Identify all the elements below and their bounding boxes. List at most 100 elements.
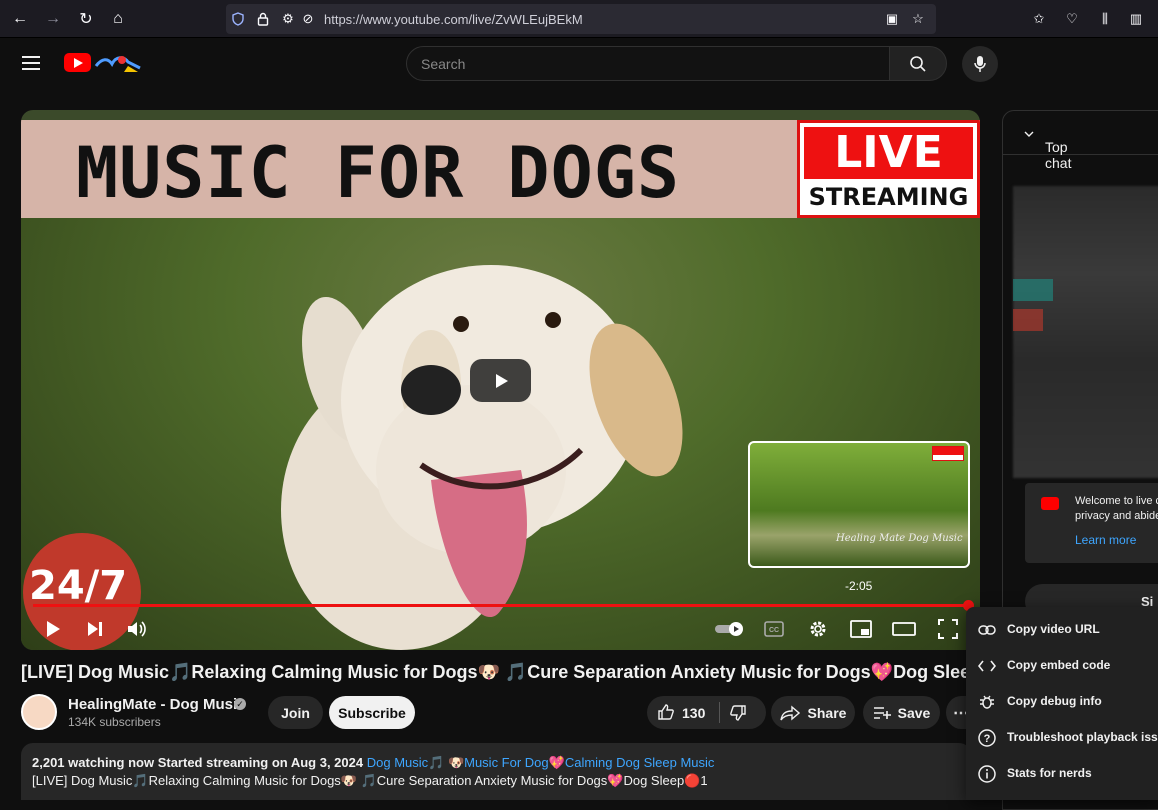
reload-icon[interactable]: ↻ — [76, 9, 96, 29]
save-button[interactable]: Save — [863, 696, 940, 729]
chat-message-highlight — [1013, 309, 1043, 331]
tracking-blocked-icon[interactable]: ⊘ — [300, 11, 316, 27]
voice-search-button[interactable] — [962, 46, 998, 82]
player-context-menu: Copy video URL Copy embed code Copy debu… — [966, 607, 1158, 800]
menu-item-label: Troubleshoot playback issue — [1007, 730, 1158, 744]
live-badge-top: LIVE — [804, 127, 973, 179]
youtube-logo[interactable] — [64, 53, 91, 72]
chevron-down-icon — [1024, 131, 1034, 137]
search-button[interactable] — [889, 46, 947, 81]
description-text: [LIVE] Dog Music🎵Relaxing Calming Music … — [32, 773, 708, 788]
search-input[interactable]: Search — [406, 46, 890, 81]
progress-bar[interactable] — [33, 604, 969, 607]
code-icon — [977, 656, 997, 676]
thumbs-up-icon — [658, 704, 674, 720]
description-stats-line: 2,201 watching now Started streaming on … — [32, 755, 714, 771]
home-icon[interactable]: ⌂ — [108, 9, 128, 29]
save-label: Save — [897, 704, 931, 721]
pocket-icon[interactable]: ♡ — [1062, 9, 1082, 29]
bug-icon — [977, 692, 997, 712]
dislike-button[interactable] — [729, 704, 747, 725]
search-icon — [910, 55, 926, 72]
thumbs-down-icon — [730, 705, 746, 721]
fullscreen-button[interactable] — [934, 615, 962, 643]
toggle-icon — [715, 622, 743, 636]
sidebar-icon[interactable]: ▥ — [1126, 9, 1146, 29]
welcome-text: Welcome to live c privacy and abide — [1075, 495, 1158, 522]
url-text: https://www.youtube.com/live/ZvWLEujBEkM — [324, 12, 583, 27]
24-7-label: 24/7 — [29, 563, 128, 609]
miniplayer-button[interactable] — [847, 615, 875, 643]
settings-button[interactable] — [804, 615, 832, 643]
video-player[interactable]: MUSIC FOR DOGS LIVE STREAMING 24/7 Heali… — [21, 110, 980, 650]
back-icon[interactable]: ← — [10, 9, 30, 29]
channel-name[interactable]: HealingMate - Dog Music — [68, 696, 246, 713]
menu-item-stats-for-nerds[interactable]: Stats for nerds — [966, 755, 1158, 791]
learn-more-link[interactable]: Learn more — [1075, 533, 1136, 547]
chat-welcome-banner: Welcome to live c privacy and abide Lear… — [1025, 483, 1158, 563]
chat-header: Top chat — [1003, 111, 1158, 171]
shield-icon[interactable] — [230, 11, 246, 27]
menu-item-troubleshoot[interactable]: ? Troubleshoot playback issue — [966, 719, 1158, 755]
link-icon — [977, 620, 997, 640]
video-banner: MUSIC FOR DOGS LIVE STREAMING — [21, 120, 980, 218]
join-button[interactable]: Join — [268, 696, 323, 729]
preview-caption: Healing Mate Dog Music — [836, 533, 963, 544]
picture-in-picture-icon[interactable]: ▣ — [884, 11, 900, 27]
channel-avatar[interactable] — [21, 694, 57, 730]
description-box[interactable]: 2,201 watching now Started streaming on … — [21, 743, 971, 800]
top-chat-dropdown[interactable]: Top chat — [1024, 125, 1071, 171]
autoplay-toggle[interactable] — [713, 615, 747, 643]
subscriber-count: 134K subscribers — [68, 715, 161, 729]
share-button[interactable]: Share — [771, 696, 855, 729]
menu-icon[interactable] — [22, 56, 40, 70]
menu-item-copy-debug-info[interactable]: Copy debug info — [966, 683, 1158, 719]
live-streaming-badge: LIVE STREAMING — [797, 120, 980, 218]
gear-icon — [810, 621, 826, 637]
subscribe-button[interactable]: Subscribe — [329, 696, 415, 729]
forward-icon[interactable]: → — [43, 9, 63, 29]
seek-preview-thumbnail: Healing Mate Dog Music — [748, 441, 970, 568]
live-badge-bottom: STREAMING — [808, 183, 969, 211]
hashtags[interactable]: Dog Music🎵 🐶Music For Dog💖Calming Dog Sl… — [367, 755, 715, 770]
chat-messages-blurred — [1013, 186, 1158, 478]
banner-title: MUSIC FOR DOGS — [76, 132, 681, 214]
mute-button[interactable] — [123, 615, 151, 643]
next-button[interactable] — [81, 615, 109, 643]
fullscreen-icon — [938, 619, 958, 639]
menu-item-label: Stats for nerds — [1007, 766, 1092, 780]
subtitles-button[interactable]: CC — [760, 615, 788, 643]
library-icon[interactable]: ⫼ — [1095, 9, 1115, 29]
svg-text:?: ? — [984, 733, 991, 745]
play-button[interactable] — [39, 615, 67, 643]
lock-icon[interactable] — [255, 11, 271, 27]
share-label: Share — [807, 704, 847, 721]
youtube-icon — [1041, 497, 1059, 510]
watching-stats: 2,201 watching now Started streaming on … — [32, 755, 364, 770]
preview-time: -2:05 — [845, 579, 873, 593]
menu-item-label: Copy debug info — [1007, 694, 1102, 708]
menu-item-copy-embed-code[interactable]: Copy embed code — [966, 647, 1158, 683]
extensions-icon[interactable]: ✩ — [1029, 9, 1049, 29]
theater-mode-button[interactable] — [890, 615, 918, 643]
dog-image — [281, 265, 683, 650]
bookmark-star-icon[interactable]: ☆ — [910, 11, 926, 27]
video-title: [LIVE] Dog Music🎵Relaxing Calming Music … — [21, 662, 971, 682]
like-button[interactable] — [657, 703, 675, 724]
browser-toolbar: ← → ↻ ⌂ ⚙ ⊘ https://www.youtube.com/live… — [0, 0, 1158, 38]
play-overlay-button[interactable] — [470, 359, 531, 402]
menu-item-label: Copy video URL — [1007, 622, 1100, 636]
menu-item-copy-video-url[interactable]: Copy video URL — [966, 611, 1158, 647]
theater-icon — [892, 622, 916, 636]
permissions-icon[interactable]: ⚙ — [280, 11, 296, 27]
info-icon — [977, 764, 997, 784]
doodle-logo[interactable] — [94, 52, 142, 74]
chat-message-highlight — [1013, 279, 1053, 301]
playlist-add-icon — [873, 706, 891, 719]
miniplayer-icon — [850, 620, 872, 638]
address-bar[interactable]: ⚙ ⊘ https://www.youtube.com/live/ZvWLEuj… — [226, 4, 936, 34]
share-icon — [779, 704, 800, 721]
like-count: 130 — [682, 705, 706, 721]
skip-next-icon — [88, 622, 102, 636]
play-icon — [495, 373, 508, 388]
